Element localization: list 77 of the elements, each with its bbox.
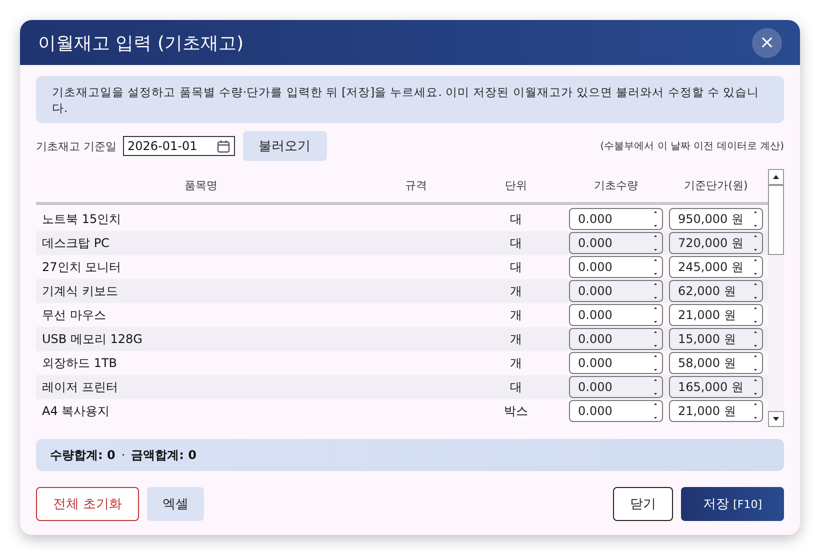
table-cell-text: 대 <box>509 210 523 228</box>
spinner-icon[interactable] <box>753 282 758 300</box>
quantity-field[interactable]: 0.000 <box>569 280 663 302</box>
close-button[interactable]: × <box>752 28 782 58</box>
table-cell-text: 외장하드 1TB <box>41 354 118 372</box>
table-cell-text: 기계식 키보드 <box>41 282 119 300</box>
price-field[interactable]: 21,000 원 <box>669 400 763 422</box>
price-field[interactable]: 720,000 원 <box>669 232 763 254</box>
scroll-down-icon[interactable] <box>773 417 779 421</box>
date-field[interactable]: 2026-01-01 <box>122 136 234 156</box>
dialog-title: 이월재고 입력 (기초재고) <box>38 32 244 54</box>
date-label: 기초재고 기준일 <box>36 138 116 154</box>
spinner-icon[interactable] <box>753 258 758 276</box>
table-cell-text: 개 <box>509 354 523 372</box>
price-field[interactable]: 165,000 원 <box>669 376 763 398</box>
price-field[interactable]: 950,000 원 <box>669 208 763 230</box>
quantity-field[interactable]: 0.000 <box>569 352 663 374</box>
table-cell-text: 대 <box>509 258 523 276</box>
calendar-icon[interactable] <box>216 140 230 152</box>
quantity-field[interactable]: 0.000 <box>569 376 663 398</box>
table-cell-text: 27인치 모니터 <box>41 258 122 276</box>
price-field[interactable]: 245,000 원 <box>669 256 763 278</box>
table-cell-text: 데스크탑 PC <box>41 234 110 252</box>
quantity-field[interactable]: 0.000 <box>569 328 663 350</box>
price-field[interactable]: 21,000 원 <box>669 304 763 326</box>
save-button[interactable]: 저장 [F10] <box>681 487 784 521</box>
table-cell-text: USB 메모리 128G <box>41 330 144 348</box>
separator: · <box>121 448 126 462</box>
table-cell-text: A4 복사용지 <box>41 402 111 420</box>
spinner-icon[interactable] <box>753 210 758 228</box>
table-cell-text: 박스 <box>503 402 529 420</box>
quantity-field[interactable]: 0.000 <box>569 232 663 254</box>
quantity-field[interactable]: 0.000 <box>569 208 663 230</box>
quantity-field[interactable]: 0.000 <box>569 256 663 278</box>
column-header: 기초수량 <box>593 178 639 193</box>
quantity-total: 수량합계: 0 <box>50 446 116 464</box>
spinner-icon[interactable] <box>653 210 658 228</box>
table-cell-text: 대 <box>509 378 523 396</box>
spinner-icon[interactable] <box>753 354 758 372</box>
price-field[interactable]: 15,000 원 <box>669 328 763 350</box>
spinner-icon[interactable] <box>653 306 658 324</box>
reset-button[interactable]: 전체 초기화 <box>36 487 139 521</box>
quantity-field[interactable]: 0.000 <box>569 304 663 326</box>
column-header: 품목명 <box>184 178 218 193</box>
spinner-icon[interactable] <box>653 234 658 252</box>
spinner-icon[interactable] <box>653 258 658 276</box>
column-header: 단위 <box>504 178 528 193</box>
spinner-icon[interactable] <box>653 282 658 300</box>
spinner-icon[interactable] <box>653 402 658 420</box>
date-note: (수불부에서 이 날짜 이전 데이터로 계산) <box>600 140 784 153</box>
spinner-icon[interactable] <box>753 402 758 420</box>
spinner-icon[interactable] <box>753 378 758 396</box>
price-field[interactable]: 58,000 원 <box>669 352 763 374</box>
table-cell-text: 노트북 15인치 <box>41 210 122 228</box>
table-cell-text: 레이저 프린터 <box>41 378 119 396</box>
spinner-icon[interactable] <box>653 354 658 372</box>
table-cell-text: 개 <box>509 282 523 300</box>
table-cell-text: 대 <box>509 234 523 252</box>
scroll-up-icon[interactable] <box>773 175 779 179</box>
load-button[interactable]: 불러오기 <box>242 131 326 161</box>
column-header: 규격 <box>404 178 428 193</box>
excel-button[interactable]: 엑셀 <box>147 487 204 521</box>
column-header: 기준단가(원) <box>683 178 749 193</box>
spinner-icon[interactable] <box>653 378 658 396</box>
price-field[interactable]: 62,000 원 <box>669 280 763 302</box>
spinner-icon[interactable] <box>753 330 758 348</box>
close-text-button[interactable]: 닫기 <box>613 487 673 521</box>
table-cell-text: 개 <box>509 330 523 348</box>
amount-total: 금액합계: 0 <box>131 446 196 464</box>
spinner-icon[interactable] <box>753 234 758 252</box>
table-cell-text: 개 <box>509 306 523 324</box>
table-cell-text: 무선 마우스 <box>41 306 107 324</box>
info-message: 기초재고일을 설정하고 품목별 수량·단가를 입력한 뒤 [저장]을 누르세요. 이미 저장된 이월재고가 있으면 불러와서 수정할 수 있습니다. <box>36 76 784 123</box>
spinner-icon[interactable] <box>753 306 758 324</box>
scrollbar[interactable] <box>768 169 784 427</box>
spinner-icon[interactable] <box>653 330 658 348</box>
quantity-field[interactable]: 0.000 <box>569 400 663 422</box>
